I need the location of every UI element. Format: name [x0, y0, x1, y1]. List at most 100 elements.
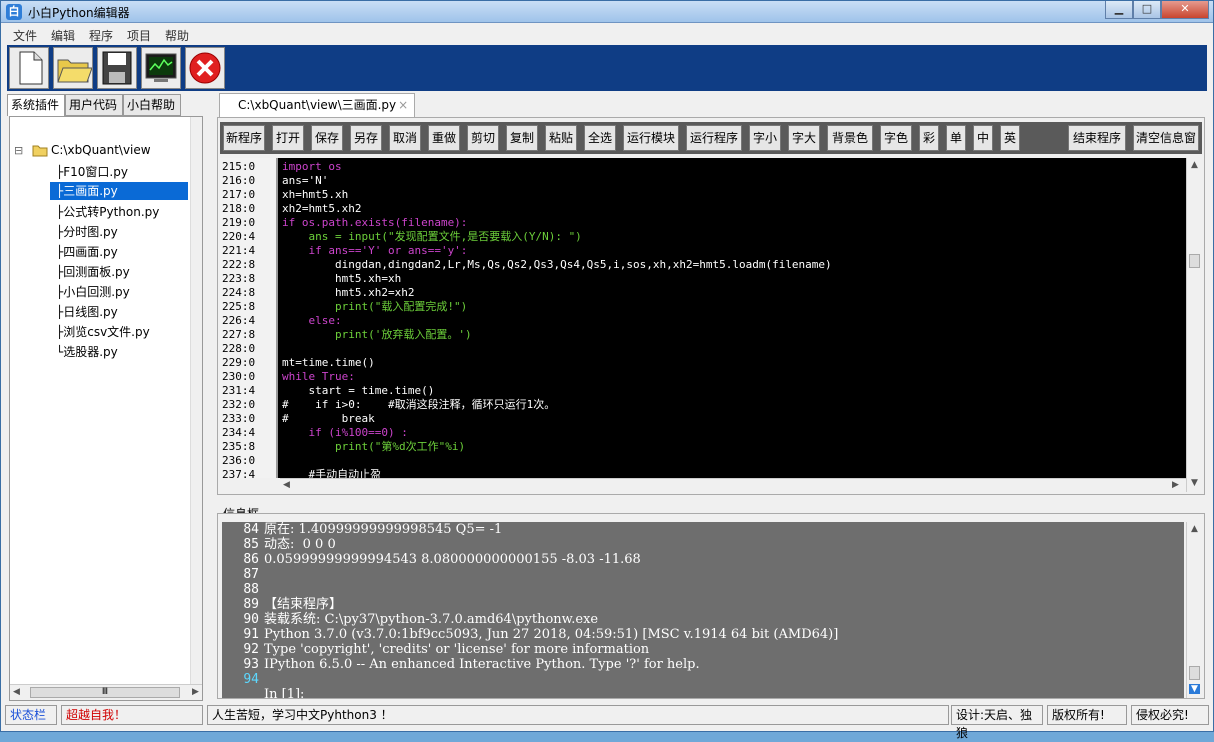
tree-hscroll[interactable]: ◀ Ⅲ ▶: [10, 684, 202, 700]
tree-expander[interactable]: ⊟: [14, 144, 23, 157]
info-line: [264, 582, 838, 597]
new-program-button[interactable]: 新程序: [223, 125, 265, 151]
select-all-button[interactable]: 全选: [584, 125, 616, 151]
copy-button[interactable]: 复制: [506, 125, 538, 151]
run-program-button[interactable]: 运行程序: [686, 125, 742, 151]
tree-item[interactable]: ├回测面板.py: [56, 263, 130, 280]
close-window-button[interactable]: ✕: [1161, 1, 1209, 19]
menu-file[interactable]: 文件: [13, 27, 37, 44]
open-folder-button[interactable]: [53, 47, 93, 89]
paste-button[interactable]: 粘贴: [545, 125, 577, 151]
info-vscroll[interactable]: ▲ ▼: [1186, 522, 1202, 698]
color-button[interactable]: 彩: [919, 125, 939, 151]
code-text[interactable]: import os ans='N' xh=hmt5.xh xh2=hmt5.xh2 if…: [282, 160, 832, 478]
tree-item[interactable]: └选股器.py: [56, 343, 118, 360]
mono-button[interactable]: 单: [946, 125, 966, 151]
info-line-number: 89: [243, 597, 259, 612]
save-text-button[interactable]: 保存: [311, 125, 343, 151]
run-module-button[interactable]: 运行模块: [623, 125, 679, 151]
maximize-button[interactable]: □: [1133, 1, 1161, 19]
tree-item[interactable]: ├F10窗口.py: [56, 163, 128, 180]
menu-program[interactable]: 程序: [89, 27, 113, 44]
code-line: mt=time.time(): [282, 356, 375, 369]
tree-item[interactable]: ├四画面.py: [56, 243, 118, 260]
redo-button[interactable]: 重做: [428, 125, 460, 151]
info-line: 【结束程序】: [264, 597, 343, 612]
exit-icon: [189, 52, 221, 84]
code-line: print("第%d次工作"%i): [282, 440, 466, 453]
scroll-left-icon[interactable]: ◀: [13, 687, 20, 697]
editor-tab[interactable]: C:\xbQuant\view\三画面.py ×: [219, 93, 415, 117]
code-vscroll-thumb[interactable]: [1189, 254, 1200, 268]
new-file-button[interactable]: [9, 47, 49, 89]
tab-system-plugins[interactable]: 系统插件: [7, 94, 65, 116]
tree-item[interactable]: ├分时图.py: [56, 223, 118, 240]
save-as-button[interactable]: 另存: [350, 125, 382, 151]
line-number: 221:4: [222, 244, 256, 257]
cut-button[interactable]: 剪切: [467, 125, 499, 151]
code-line: while True:: [282, 370, 355, 383]
info-console[interactable]: 84 85 86 87 88 89 90 91 92 93 94 原在: 1.40999999999…: [222, 522, 1184, 698]
line-number: 218:0: [222, 202, 256, 215]
scroll-right-icon[interactable]: ▶: [1172, 480, 1179, 490]
folder-icon: [32, 145, 48, 157]
info-line: 装载系统: C:\py37\python-3.7.0.amd64\pythonw…: [264, 612, 599, 627]
menu-project[interactable]: 项目: [127, 27, 151, 44]
info-line-number: 93: [243, 657, 259, 672]
editor-tab-title: C:\xbQuant\view\三画面.py: [238, 98, 397, 112]
tree-root[interactable]: C:\xbQuant\view: [51, 143, 151, 157]
english-button[interactable]: 英: [1000, 125, 1020, 151]
line-number: 232:0: [222, 398, 256, 411]
line-number: 222:8: [222, 258, 256, 271]
open-button[interactable]: 打开: [272, 125, 304, 151]
line-number: 231:4: [222, 384, 256, 397]
info-vscroll-thumb[interactable]: [1189, 666, 1200, 680]
tab-close-icon[interactable]: ×: [398, 98, 408, 112]
scroll-down-icon[interactable]: ▼: [1189, 684, 1200, 694]
info-output[interactable]: 原在: 1.40999999999998545 Q5= -1 动态: 0 0 00…: [264, 522, 838, 698]
line-number: 223:8: [222, 272, 256, 285]
tree-item[interactable]: ├日线图.py: [56, 303, 118, 320]
tree-vscroll[interactable]: [190, 117, 202, 684]
scroll-up-icon[interactable]: ▲: [1191, 524, 1198, 534]
info-line-number: 84: [243, 522, 259, 537]
undo-button[interactable]: 取消: [389, 125, 421, 151]
tab-help[interactable]: 小白帮助: [123, 94, 181, 116]
scroll-right-icon[interactable]: ▶: [192, 687, 199, 697]
font-larger-button[interactable]: 字大: [788, 125, 820, 151]
info-line-numbers: 84 85 86 87 88 89 90 91 92 93 94: [222, 522, 262, 698]
minimize-button[interactable]: ▁: [1105, 1, 1133, 19]
line-number: 235:8: [222, 440, 256, 453]
clear-info-button[interactable]: 清空信息窗: [1133, 125, 1199, 151]
background-color-button[interactable]: 背景色: [827, 125, 873, 151]
scroll-up-icon[interactable]: ▲: [1191, 160, 1198, 170]
font-color-button[interactable]: 字色: [880, 125, 912, 151]
tree-item[interactable]: ├公式转Python.py: [56, 203, 159, 220]
tree-item-selected[interactable]: ├三画面.py: [50, 182, 188, 200]
info-line: Type 'copyright', 'credits' or 'license'…: [264, 642, 650, 657]
menu-edit[interactable]: 编辑: [51, 27, 75, 44]
save-button[interactable]: [97, 47, 137, 89]
scroll-left-icon[interactable]: ◀: [283, 480, 290, 490]
tree-hscroll-thumb[interactable]: Ⅲ: [30, 687, 180, 698]
end-program-button[interactable]: 结束程序: [1068, 125, 1126, 151]
line-number-gutter: 215:0 216:0 217:0 218:0 219:0 220:4 221:4 222:8…: [220, 158, 278, 478]
chinese-button[interactable]: 中: [973, 125, 993, 151]
info-line: 原在: 1.40999999999998545 Q5= -1: [264, 522, 503, 537]
line-number: 215:0: [222, 160, 256, 173]
exit-button[interactable]: [185, 47, 225, 89]
code-vscroll[interactable]: ▲ ▼: [1186, 158, 1202, 492]
info-line-number: 88: [243, 582, 259, 597]
code-editor[interactable]: 215:0 216:0 217:0 218:0 219:0 220:4 221:4 222:8…: [220, 158, 1186, 478]
tree-item[interactable]: ├浏览csv文件.py: [56, 323, 150, 340]
tab-user-code[interactable]: 用户代码: [65, 94, 123, 116]
window-title: 小白Python编辑器: [28, 6, 130, 20]
tree-item[interactable]: ├小白回测.py: [56, 283, 130, 300]
monitor-button[interactable]: [141, 47, 181, 89]
title-bar[interactable]: 白 小白Python编辑器 ▁ □ ✕: [1, 1, 1213, 23]
font-smaller-button[interactable]: 字小: [749, 125, 781, 151]
menu-help[interactable]: 帮助: [165, 27, 189, 44]
scroll-down-icon[interactable]: ▼: [1191, 478, 1198, 488]
line-number: 217:0: [222, 188, 256, 201]
code-hscroll[interactable]: ◀ ▶: [280, 478, 1186, 492]
